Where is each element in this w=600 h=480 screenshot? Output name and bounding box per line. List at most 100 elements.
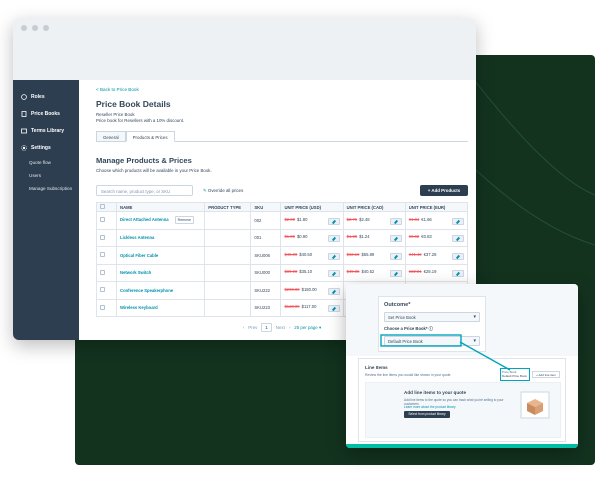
next-button[interactable]: Next	[276, 325, 285, 330]
override-prices-link[interactable]: ✎ Override all prices	[203, 188, 243, 194]
remove-button[interactable]: Remove	[174, 216, 194, 225]
tab-products-prices[interactable]: Products & Prices	[125, 131, 175, 142]
search-input[interactable]: Search name, product type, or SKU	[96, 185, 193, 196]
product-name-link[interactable]: Conference Speakerphone	[120, 288, 173, 293]
product-name-link[interactable]: Wireless Keyboard	[120, 305, 158, 310]
product-name-link[interactable]: Direct Attached Antenna	[120, 217, 169, 222]
row-checkbox[interactable]	[100, 234, 105, 240]
edit-price-pencil-icon[interactable]	[389, 235, 402, 243]
original-price: $39.00	[284, 269, 298, 275]
price-cell-cad: $49.35 $40.52	[342, 263, 406, 282]
sku-cell: SKU006	[250, 246, 282, 265]
column-header[interactable]: NAME	[116, 202, 206, 212]
name-cell: Conference Speakerphone	[116, 281, 206, 300]
tab-general[interactable]: General	[96, 131, 126, 142]
marketing-stage: Roles Price Books Terms Library Settings…	[0, 0, 600, 480]
back-link[interactable]: < Back to Price Book	[96, 87, 468, 92]
table-row[interactable]: Optical Fiber Cable SKU006 $45.00 $40.50 $62…	[95, 246, 469, 265]
name-cell: Wireless Keyboard	[116, 298, 206, 317]
checkbox-cell[interactable]	[95, 246, 118, 265]
page-title: Price Book Details	[96, 99, 171, 109]
chevron-left-icon[interactable]: ‹	[243, 325, 244, 330]
price-cell-usd: $200.00 $180.00	[280, 281, 344, 300]
column-header[interactable]: UNIT PRICE (USD)	[280, 202, 344, 212]
edit-price-pencil-icon[interactable]	[389, 217, 402, 225]
add-line-item-button[interactable]: + Add line item	[532, 371, 560, 378]
select-all-checkbox[interactable]	[100, 204, 105, 209]
sidebar-item-label: Terms Library	[31, 127, 64, 134]
edit-price-pencil-icon[interactable]	[452, 235, 464, 243]
edit-price-pencil-icon[interactable]	[452, 270, 464, 278]
checkbox-cell[interactable]	[95, 281, 118, 300]
checkbox-cell[interactable]	[95, 228, 118, 247]
row-checkbox[interactable]	[100, 252, 105, 258]
product-name-link[interactable]: Lickless Antenna	[120, 235, 154, 240]
window-dot-icon	[32, 25, 38, 31]
choose-price-book-label: Choose a Price Book* ⓘ	[384, 326, 433, 331]
type-cell	[204, 211, 252, 230]
edit-price-pencil-icon[interactable]	[327, 270, 340, 278]
checkbox-cell[interactable]	[95, 211, 118, 230]
product-library-link[interactable]: Learn more about the product library	[404, 405, 456, 409]
select-product-library-button[interactable]: Select from product library	[404, 411, 450, 418]
row-checkbox[interactable]	[100, 287, 105, 293]
window-titlebar	[13, 18, 476, 38]
discounted-price: €1.66	[421, 216, 432, 222]
page-number[interactable]: 1	[261, 323, 272, 332]
discounted-price: $40.52	[361, 269, 375, 275]
discounted-price: $180.00	[301, 286, 317, 292]
price-cell-usd: $45.00 $40.50	[280, 246, 344, 265]
sidebar-subitem-manage-subscription[interactable]: Manage Subscription	[13, 182, 79, 195]
row-checkbox[interactable]	[100, 217, 105, 223]
per-page-select[interactable]: 25 per page ▾	[294, 325, 321, 331]
sidebar: Roles Price Books Terms Library Settings…	[13, 80, 79, 340]
type-cell	[204, 298, 252, 317]
edit-price-pencil-icon[interactable]	[327, 217, 340, 225]
column-header[interactable]: UNIT PRICE (CAD)	[342, 202, 406, 212]
box-illustration-icon	[520, 391, 550, 419]
sidebar-subitem-quote-flow[interactable]: Quote flow	[13, 156, 79, 169]
edit-price-pencil-icon[interactable]	[389, 270, 402, 278]
edit-price-pencil-icon[interactable]	[327, 252, 340, 260]
add-products-button[interactable]: + Add Products	[420, 185, 468, 196]
row-checkbox[interactable]	[100, 304, 105, 310]
table-row[interactable]: Lickless Antenna 001 $1.00 $0.90 $1.38 $1.24 €…	[95, 228, 469, 247]
outcome-select[interactable]: Set Price Book	[384, 312, 480, 322]
product-name-link[interactable]: Network Switch	[120, 270, 151, 275]
edit-price-pencil-icon[interactable]	[452, 217, 464, 225]
price-book-indicator[interactable]: Price Book Default Price Book	[500, 368, 530, 381]
empty-state: Add line items to your quote Add line it…	[365, 382, 561, 438]
checkbox-cell[interactable]	[95, 298, 118, 317]
sidebar-item-price-books[interactable]: Price Books	[13, 105, 79, 122]
sidebar-item-label: Roles	[31, 93, 45, 100]
price-books-icon	[21, 110, 27, 117]
price-book-select[interactable]: Default Price Book	[384, 336, 480, 346]
sku-value: SKU006	[254, 252, 270, 258]
window-dot-icon	[43, 25, 49, 31]
type-cell	[204, 228, 252, 247]
sidebar-item-terms-library[interactable]: Terms Library	[13, 122, 79, 139]
checkbox-cell[interactable]	[95, 263, 118, 282]
row-checkbox[interactable]	[100, 269, 105, 275]
toolbar: Search name, product type, or SKU ✎ Over…	[96, 185, 468, 196]
price-cell-eur: €1.84 €1.66	[404, 211, 469, 230]
table-row[interactable]: Network Switch SKU000 $39.00 $35.10 $49.35 $4…	[95, 263, 469, 282]
sidebar-item-settings[interactable]: Settings	[13, 139, 79, 156]
edit-price-pencil-icon[interactable]	[389, 252, 402, 260]
chevron-right-icon[interactable]: ›	[289, 325, 290, 330]
select-all-header[interactable]	[95, 202, 118, 212]
column-header[interactable]: UNIT PRICE (EUR)	[404, 202, 469, 212]
column-header[interactable]: PRODUCT TYPE	[204, 202, 252, 212]
section-description: Choose which products will be available …	[96, 168, 212, 173]
column-header[interactable]: SKU	[250, 202, 282, 212]
edit-price-pencil-icon[interactable]	[452, 252, 464, 260]
product-name-link[interactable]: Optical Fiber Cable	[120, 253, 158, 258]
edit-price-pencil-icon[interactable]	[327, 305, 340, 313]
table-row[interactable]: Direct Attached Antenna Remove 002 $2.00 $1.…	[95, 211, 469, 230]
edit-price-pencil-icon[interactable]	[327, 235, 340, 243]
sidebar-subitem-users[interactable]: Users	[13, 169, 79, 182]
prev-button[interactable]: Prev	[248, 325, 257, 330]
edit-price-pencil-icon[interactable]	[327, 287, 340, 295]
sidebar-item-roles[interactable]: Roles	[13, 88, 79, 105]
discounted-price: $2.48	[359, 216, 370, 222]
